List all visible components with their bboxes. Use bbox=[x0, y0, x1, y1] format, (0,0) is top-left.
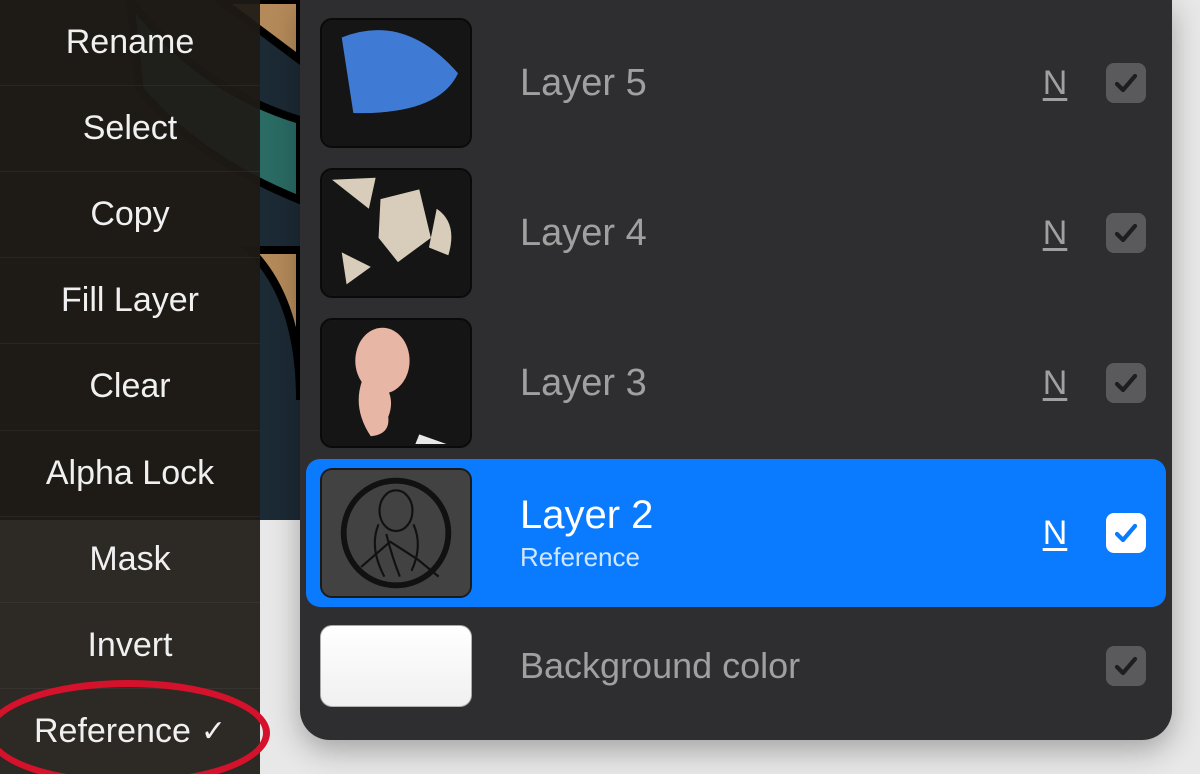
layer-text: Layer 3 bbox=[520, 362, 1036, 405]
layer-row[interactable]: Layer 4 N bbox=[306, 159, 1166, 307]
layer-row[interactable]: Layer 3 N bbox=[306, 309, 1166, 457]
menu-fill-layer[interactable]: Fill Layer bbox=[0, 258, 260, 344]
background-thumbnail[interactable] bbox=[320, 625, 472, 707]
menu-alpha-lock[interactable]: Alpha Lock bbox=[0, 431, 260, 517]
layer-name: Background color bbox=[520, 645, 1036, 687]
menu-reference[interactable]: Reference ✓ bbox=[0, 689, 260, 774]
menu-item-label: Rename bbox=[66, 23, 195, 62]
layer-thumbnail[interactable] bbox=[320, 168, 472, 298]
blend-mode-badge[interactable]: N bbox=[1036, 514, 1074, 553]
visibility-checkbox[interactable] bbox=[1106, 213, 1146, 253]
blend-mode-badge[interactable]: N bbox=[1036, 214, 1074, 253]
layer-text: Layer 4 bbox=[520, 212, 1036, 255]
menu-item-label: Copy bbox=[90, 195, 169, 234]
menu-item-label: Mask bbox=[89, 540, 170, 579]
layer-text: Background color bbox=[520, 645, 1036, 687]
menu-invert[interactable]: Invert bbox=[0, 603, 260, 689]
visibility-checkbox[interactable] bbox=[1106, 63, 1146, 103]
layer-thumbnail[interactable] bbox=[320, 468, 472, 598]
menu-item-label: Alpha Lock bbox=[46, 454, 214, 493]
menu-item-label: Reference bbox=[34, 712, 191, 751]
menu-item-label: Fill Layer bbox=[61, 281, 199, 320]
layer-name: Layer 5 bbox=[520, 62, 1036, 105]
checkmark-icon: ✓ bbox=[201, 714, 226, 749]
layer-name: Layer 4 bbox=[520, 212, 1036, 255]
blend-mode-badge[interactable]: N bbox=[1036, 64, 1074, 103]
menu-mask[interactable]: Mask bbox=[0, 517, 260, 603]
layer-row-selected[interactable]: Layer 2 Reference N bbox=[306, 459, 1166, 607]
layer-context-menu: Rename Select Copy Fill Layer Clear Alph… bbox=[0, 0, 260, 774]
layer-thumbnail[interactable] bbox=[320, 318, 472, 448]
menu-clear[interactable]: Clear bbox=[0, 344, 260, 430]
menu-item-label: Clear bbox=[89, 367, 170, 406]
menu-rename[interactable]: Rename bbox=[0, 0, 260, 86]
menu-item-label: Select bbox=[83, 109, 178, 148]
layers-panel: Layer 5 N Layer 4 N bbox=[300, 0, 1172, 740]
background-layer-row[interactable]: Background color bbox=[306, 616, 1166, 716]
layer-text: Layer 5 bbox=[520, 62, 1036, 105]
visibility-checkbox[interactable] bbox=[1106, 363, 1146, 403]
visibility-checkbox[interactable] bbox=[1106, 513, 1146, 553]
layer-thumbnail[interactable] bbox=[320, 18, 472, 148]
layer-subtitle: Reference bbox=[520, 542, 1036, 573]
menu-item-label: Invert bbox=[87, 626, 172, 665]
layer-name: Layer 2 bbox=[520, 493, 1036, 538]
menu-select[interactable]: Select bbox=[0, 86, 260, 172]
menu-copy[interactable]: Copy bbox=[0, 172, 260, 258]
layer-text: Layer 2 Reference bbox=[520, 493, 1036, 573]
visibility-checkbox[interactable] bbox=[1106, 646, 1146, 686]
blend-mode-badge[interactable]: N bbox=[1036, 364, 1074, 403]
layer-name: Layer 3 bbox=[520, 362, 1036, 405]
layer-row[interactable]: Layer 5 N bbox=[306, 9, 1166, 157]
